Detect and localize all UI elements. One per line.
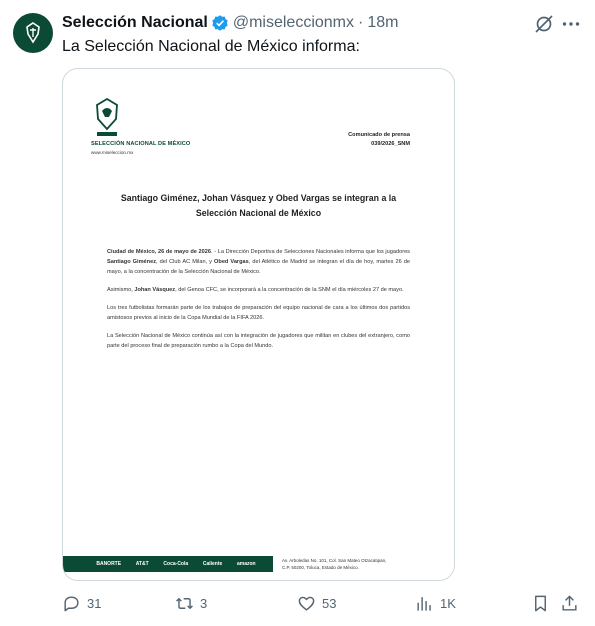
federation-logo (96, 97, 118, 136)
repost-icon (176, 597, 193, 609)
like-button[interactable]: 53 (297, 592, 336, 614)
sponsor-banorte: BANORTE (96, 561, 122, 567)
paragraph-4: La Selección Nacional de México continúa… (107, 333, 410, 349)
bookmark-button[interactable] (531, 592, 550, 614)
document-title: Santiago Giménez, Johan Vásquez y Obed V… (103, 191, 414, 221)
views-button[interactable]: 1K (415, 592, 456, 614)
grok-icon[interactable] (533, 13, 555, 35)
more-icon[interactable] (560, 13, 582, 35)
sponsor-caliente: Caliente (202, 561, 223, 567)
tweet-header: Selección Nacional @miseleccionmx · 18m (62, 12, 398, 34)
press-label: Comunicado de prensa (348, 132, 410, 138)
document-website: www.miseleccion.mx (91, 150, 134, 155)
repost-count: 3 (200, 595, 208, 611)
verified-badge-icon (212, 15, 228, 31)
like-count: 53 (322, 595, 337, 611)
sponsor-coca-cola: Coca-Cola (163, 561, 189, 567)
tweet-text: La Selección Nacional de México informa: (62, 38, 360, 55)
paragraph-1: Ciudad de México, 26 de mayo de 2026. - … (107, 249, 411, 275)
title-line-1: Santiago Giménez, Johan Vásquez y Obed V… (120, 193, 397, 203)
author-name[interactable]: Selección Nacional (62, 14, 208, 32)
timestamp[interactable]: 18m (367, 14, 398, 32)
press-release-document: SELECCIÓN NACIONAL DE MÉXICO www.miselec… (63, 69, 454, 580)
sponsor-amazon: amazon (236, 561, 256, 567)
tweet-image[interactable]: SELECCIÓN NACIONAL DE MÉXICO www.miselec… (62, 68, 455, 581)
document-body: Ciudad de México, 26 de mayo de 2026. - … (107, 247, 410, 359)
document-org-name: SELECCIÓN NACIONAL DE MÉXICO (91, 141, 191, 147)
press-release-label: Comunicado de prensa 039/2026_SNM (348, 131, 410, 149)
separator-dot: · (358, 14, 364, 31)
like-icon (298, 596, 315, 611)
footer-address: Av. Arboledas No. 101, Col. San Mateo Ot… (282, 558, 387, 570)
reply-button[interactable]: 31 (62, 592, 101, 614)
reply-icon (64, 595, 79, 611)
views-icon (417, 596, 431, 611)
document-footer: BANORTE AT&T Coca-Cola Caliente amazon A… (63, 556, 454, 578)
sponsor-bar: BANORTE AT&T Coca-Cola Caliente amazon (63, 556, 273, 572)
press-number: 039/2026_SNM (371, 141, 410, 147)
share-button[interactable] (560, 592, 579, 614)
title-line-2: Selección Nacional de México (195, 208, 322, 218)
tweet: Selección Nacional @miseleccionmx · 18m … (0, 0, 595, 626)
author-handle[interactable]: @miseleccionmx (233, 14, 354, 32)
views-count: 1K (440, 595, 456, 611)
repost-button[interactable]: 3 (175, 592, 207, 614)
avatar[interactable] (13, 13, 53, 53)
action-bar: 31 3 53 1K (62, 592, 582, 614)
reply-count: 31 (87, 595, 102, 611)
paragraph-2: Asimismo, Johan Vásquez, del Genoa CFC, … (107, 287, 404, 293)
sponsor-att: AT&T (135, 561, 149, 567)
paragraph-3: Los tres futbolistas formarán parte de l… (107, 305, 410, 321)
share-icon (562, 594, 577, 611)
federation-crest-icon (26, 22, 40, 44)
bookmark-icon (535, 595, 546, 611)
